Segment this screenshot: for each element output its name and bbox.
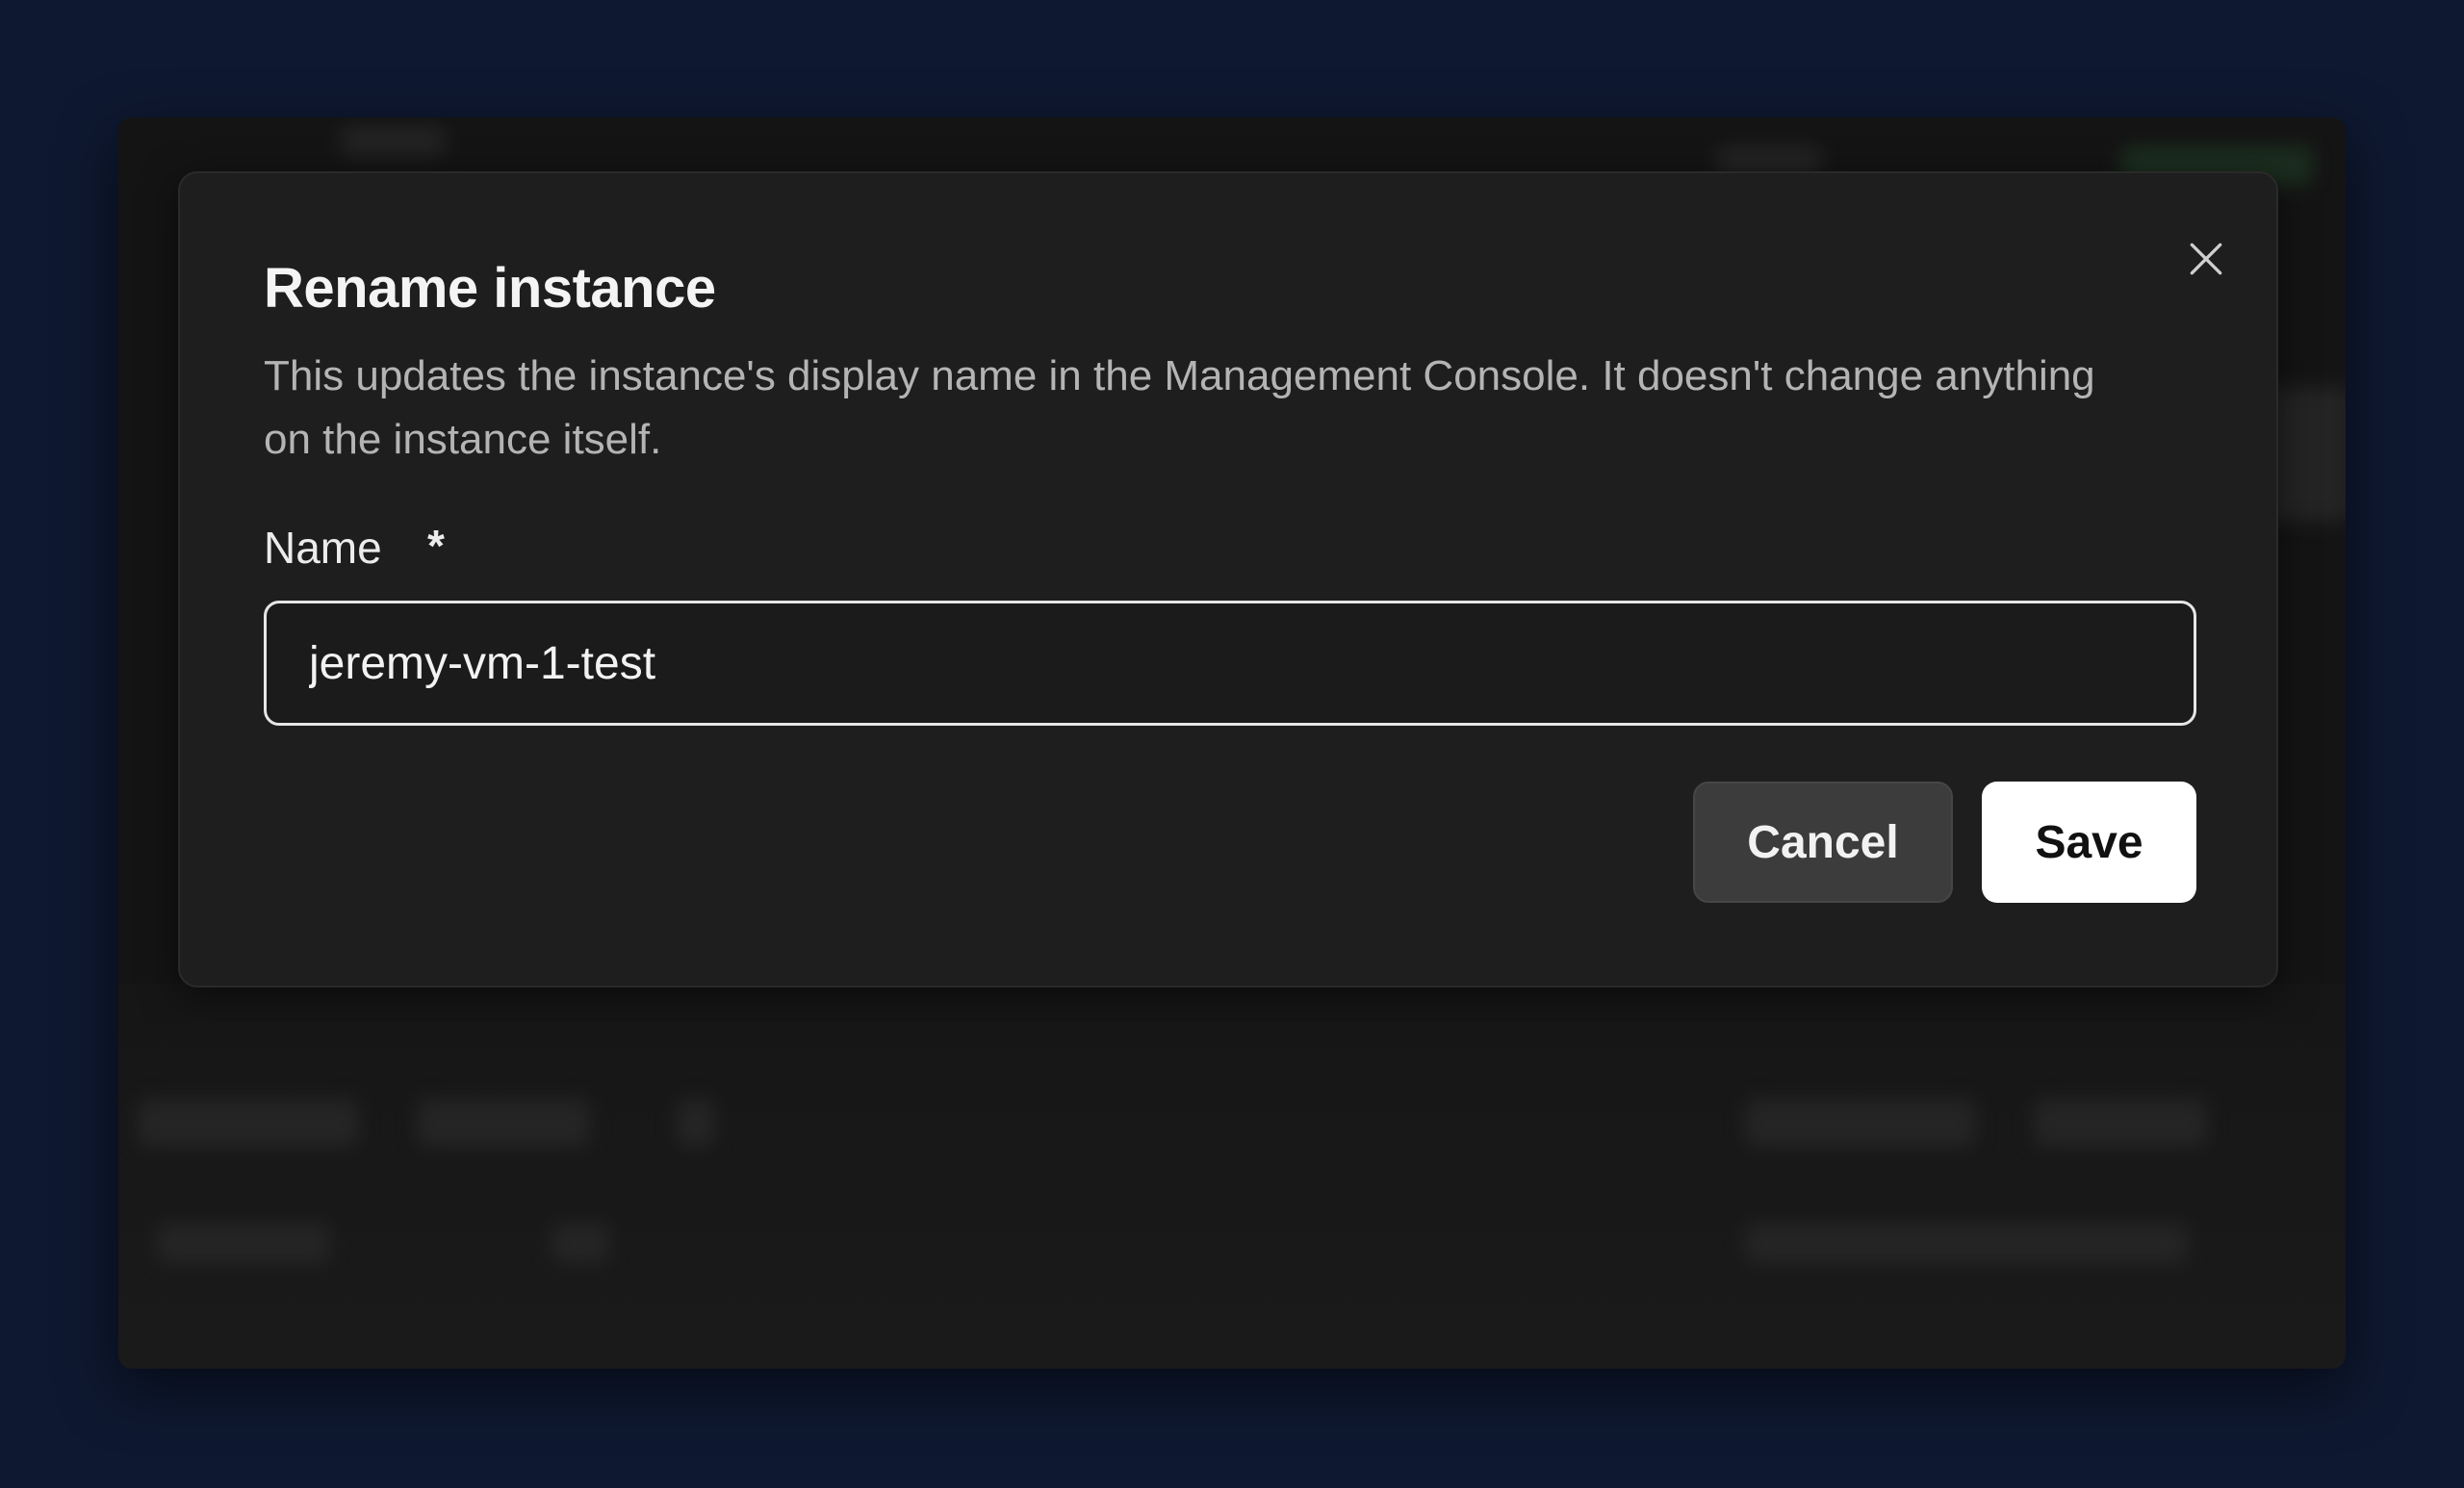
- close-icon: [2190, 243, 2222, 275]
- blurred-content-item: [552, 1224, 609, 1263]
- rename-instance-dialog: Rename instance This updates the instanc…: [178, 171, 2278, 988]
- name-field-label: Name: [264, 523, 382, 573]
- blurred-content-area: [118, 984, 2346, 1369]
- blurred-content-item: [677, 1099, 715, 1147]
- save-button[interactable]: Save: [1982, 782, 2196, 903]
- dialog-title: Rename instance: [264, 257, 716, 320]
- blurred-content-item: [1745, 1099, 1976, 1147]
- blurred-header-item: [340, 127, 446, 156]
- required-indicator: *: [427, 521, 445, 571]
- cancel-button[interactable]: Cancel: [1693, 782, 1953, 903]
- blurred-content-item: [417, 1099, 590, 1147]
- blurred-content-item: [1745, 1224, 2188, 1263]
- name-input[interactable]: [264, 601, 2196, 726]
- blurred-content-item: [157, 1224, 330, 1263]
- blurred-content-item: [138, 1099, 359, 1147]
- close-button[interactable]: [2172, 225, 2240, 293]
- dialog-description: This updates the instance's display name…: [264, 352, 2095, 463]
- blurred-content-item: [2034, 1099, 2207, 1147]
